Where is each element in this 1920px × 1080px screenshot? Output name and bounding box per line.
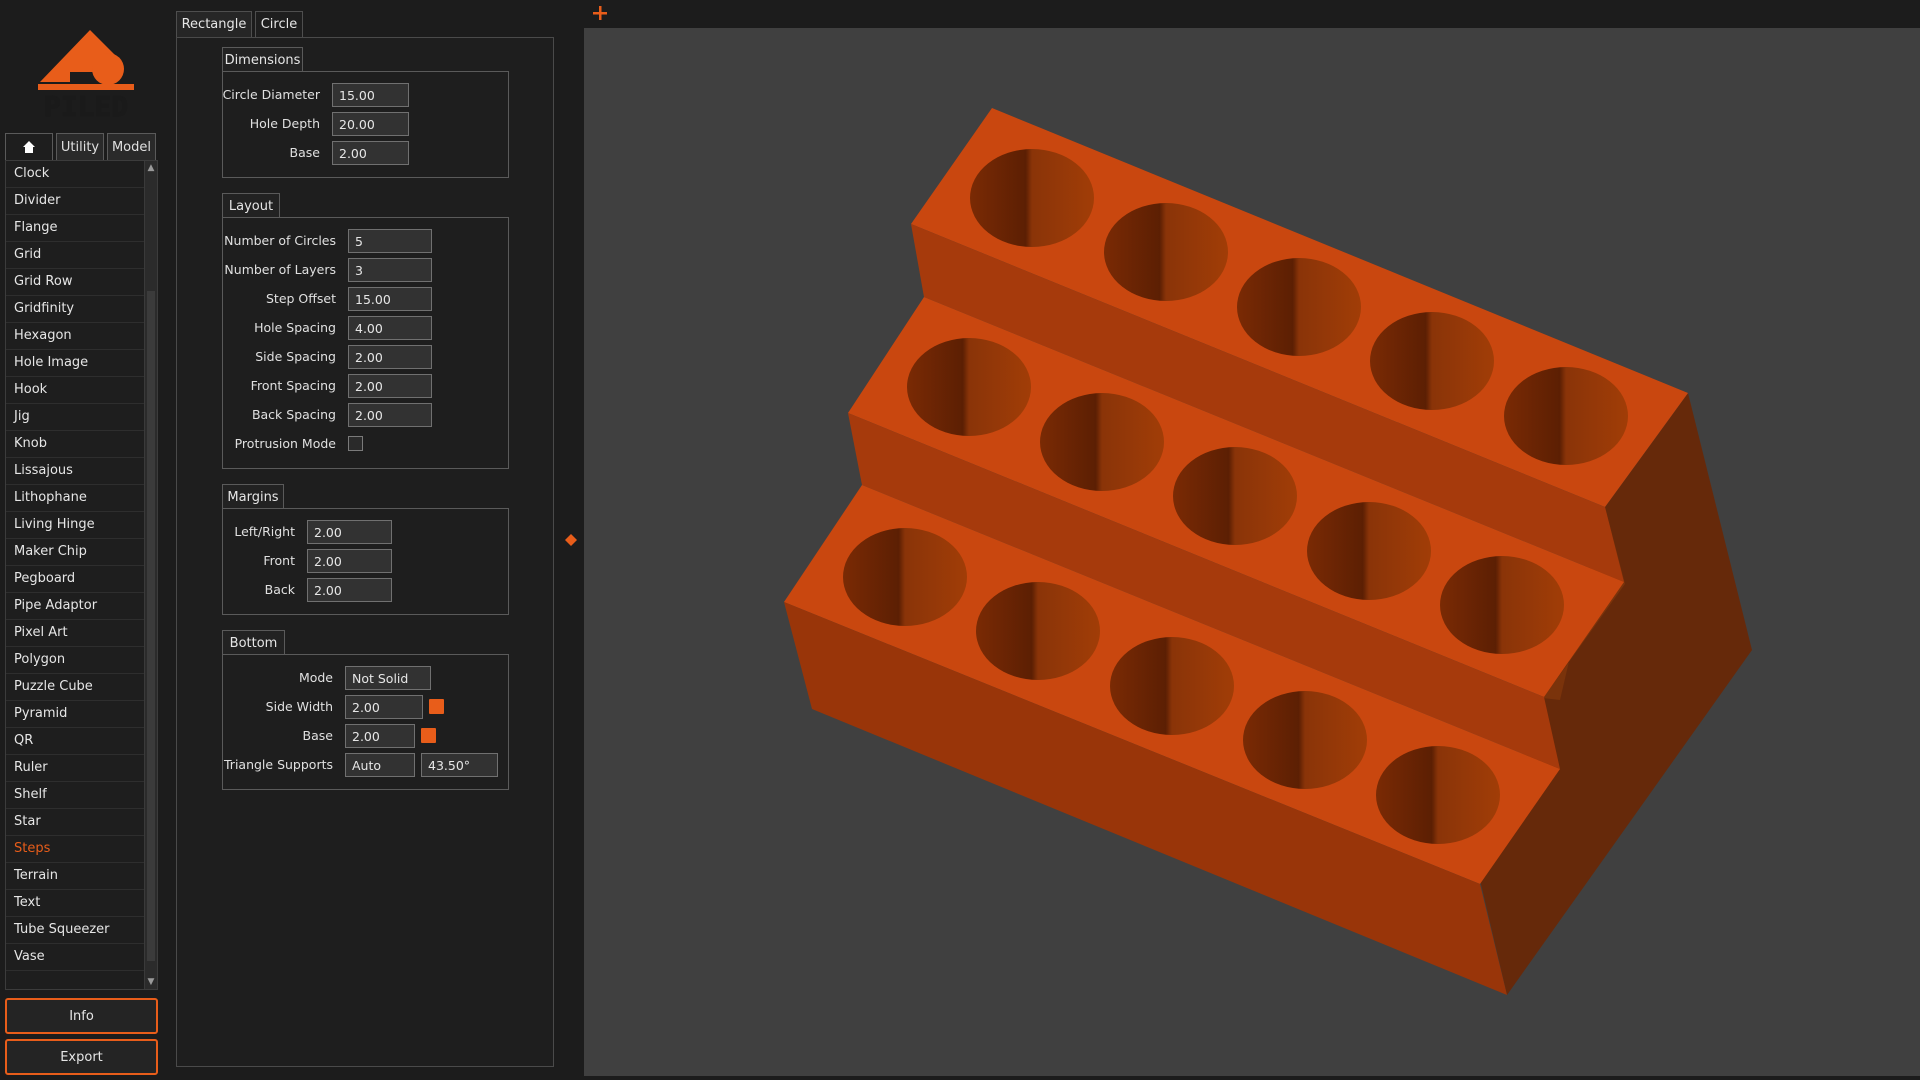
bottom-base-input[interactable] bbox=[345, 724, 415, 748]
3d-viewport[interactable] bbox=[584, 28, 1920, 1076]
logo-text: PILED bbox=[44, 90, 128, 122]
list-item-divider[interactable]: Divider bbox=[6, 188, 145, 215]
list-item-polygon[interactable]: Polygon bbox=[6, 647, 145, 674]
steps-model-render bbox=[784, 108, 1752, 995]
group-layout bbox=[222, 217, 509, 469]
triangle-supports-select[interactable] bbox=[345, 753, 415, 777]
list-item-pegboard[interactable]: Pegboard bbox=[6, 566, 145, 593]
list-item-tube-squeezer[interactable]: Tube Squeezer bbox=[6, 917, 145, 944]
hole-spacing-label: Hole Spacing bbox=[254, 320, 336, 335]
list-item-hole-image[interactable]: Hole Image bbox=[6, 350, 145, 377]
tab-home[interactable] bbox=[5, 133, 53, 160]
group-dimensions-title: Dimensions bbox=[222, 47, 303, 72]
list-item-clock[interactable]: Clock bbox=[6, 161, 145, 188]
base-label: Base bbox=[289, 145, 320, 160]
scroll-down-icon[interactable]: ▼ bbox=[145, 976, 157, 988]
list-item-hook[interactable]: Hook bbox=[6, 377, 145, 404]
list-item-grid-row[interactable]: Grid Row bbox=[6, 269, 145, 296]
app-logo: PILED bbox=[38, 30, 134, 122]
info-button[interactable]: Info bbox=[5, 998, 158, 1034]
triangle-supports-label: Triangle Supports bbox=[224, 757, 333, 772]
list-item-ruler[interactable]: Ruler bbox=[6, 755, 145, 782]
side-spacing-label: Side Spacing bbox=[255, 349, 336, 364]
list-item-vase[interactable]: Vase bbox=[6, 944, 145, 971]
panel-splitter-diamond-icon[interactable] bbox=[565, 534, 577, 546]
back-margin-label: Back bbox=[264, 582, 295, 597]
step-offset-label: Step Offset bbox=[266, 291, 336, 306]
left-right-input[interactable] bbox=[307, 520, 392, 544]
list-item-pipe-adaptor[interactable]: Pipe Adaptor bbox=[6, 593, 145, 620]
front-spacing-label: Front Spacing bbox=[250, 378, 336, 393]
tab-model[interactable]: Model bbox=[107, 133, 156, 160]
number-of-circles-input[interactable] bbox=[348, 229, 432, 253]
mode-label: Mode bbox=[298, 670, 333, 685]
circle-diameter-label: Circle Diameter bbox=[222, 87, 320, 102]
protrusion-mode-label: Protrusion Mode bbox=[234, 436, 336, 451]
bottom-base-toggle[interactable] bbox=[421, 728, 436, 743]
list-scrollbar[interactable]: ▲ ▼ bbox=[144, 161, 157, 989]
group-layout-title: Layout bbox=[222, 193, 280, 218]
list-item-flange[interactable]: Flange bbox=[6, 215, 145, 242]
list-item-qr[interactable]: QR bbox=[6, 728, 145, 755]
front-margin-input[interactable] bbox=[307, 549, 392, 573]
list-item-shelf[interactable]: Shelf bbox=[6, 782, 145, 809]
left-right-label: Left/Right bbox=[234, 524, 295, 539]
base-input[interactable] bbox=[332, 141, 409, 165]
tab-rectangle[interactable]: Rectangle bbox=[176, 11, 252, 37]
back-spacing-input[interactable] bbox=[348, 403, 432, 427]
group-bottom-title: Bottom bbox=[222, 630, 285, 655]
side-width-input[interactable] bbox=[345, 695, 423, 719]
list-item-terrain[interactable]: Terrain bbox=[6, 863, 145, 890]
side-width-label: Side Width bbox=[265, 699, 333, 714]
list-item-living-hinge[interactable]: Living Hinge bbox=[6, 512, 145, 539]
number-of-circles-label: Number of Circles bbox=[224, 233, 336, 248]
protrusion-mode-checkbox[interactable] bbox=[348, 436, 363, 451]
list-item-jig[interactable]: Jig bbox=[6, 404, 145, 431]
export-button[interactable]: Export bbox=[5, 1039, 158, 1075]
back-spacing-label: Back Spacing bbox=[251, 407, 336, 422]
scroll-up-icon[interactable]: ▲ bbox=[145, 162, 157, 174]
hole-spacing-input[interactable] bbox=[348, 316, 432, 340]
list-item-maker-chip[interactable]: Maker Chip bbox=[6, 539, 145, 566]
front-margin-label: Front bbox=[263, 553, 295, 568]
list-item-grid[interactable]: Grid bbox=[6, 242, 145, 269]
tab-utility[interactable]: Utility bbox=[56, 133, 104, 160]
home-icon bbox=[23, 141, 35, 153]
front-spacing-input[interactable] bbox=[348, 374, 432, 398]
list-item-pyramid[interactable]: Pyramid bbox=[6, 701, 145, 728]
list-item-text[interactable]: Text bbox=[6, 890, 145, 917]
list-item-hexagon[interactable]: Hexagon bbox=[6, 323, 145, 350]
list-item-lissajous[interactable]: Lissajous bbox=[6, 458, 145, 485]
list-item-star[interactable]: Star bbox=[6, 809, 145, 836]
mode-select[interactable] bbox=[345, 666, 431, 690]
triangle-supports-angle-input[interactable] bbox=[421, 753, 498, 777]
back-margin-input[interactable] bbox=[307, 578, 392, 602]
hole-depth-label: Hole Depth bbox=[249, 116, 320, 131]
number-of-layers-input[interactable] bbox=[348, 258, 432, 282]
side-width-toggle[interactable] bbox=[429, 699, 444, 714]
bottom-base-label: Base bbox=[302, 728, 333, 743]
step-offset-input[interactable] bbox=[348, 287, 432, 311]
list-item-lithophane[interactable]: Lithophane bbox=[6, 485, 145, 512]
add-icon[interactable] bbox=[592, 5, 608, 21]
list-item-puzzle-cube[interactable]: Puzzle Cube bbox=[6, 674, 145, 701]
scroll-thumb[interactable] bbox=[147, 291, 155, 961]
list-item-knob[interactable]: Knob bbox=[6, 431, 145, 458]
list-item-gridfinity[interactable]: Gridfinity bbox=[6, 296, 145, 323]
tab-circle[interactable]: Circle bbox=[255, 11, 303, 37]
list-item-pixel-art[interactable]: Pixel Art bbox=[6, 620, 145, 647]
side-spacing-input[interactable] bbox=[348, 345, 432, 369]
number-of-layers-label: Number of Layers bbox=[224, 262, 336, 277]
circle-diameter-input[interactable] bbox=[332, 83, 409, 107]
group-margins-title: Margins bbox=[222, 484, 284, 509]
list-item-steps[interactable]: Steps bbox=[6, 836, 145, 863]
hole-depth-input[interactable] bbox=[332, 112, 409, 136]
model-list[interactable]: Clock Divider Flange Grid Grid Row Gridfinity… bbox=[5, 160, 158, 990]
